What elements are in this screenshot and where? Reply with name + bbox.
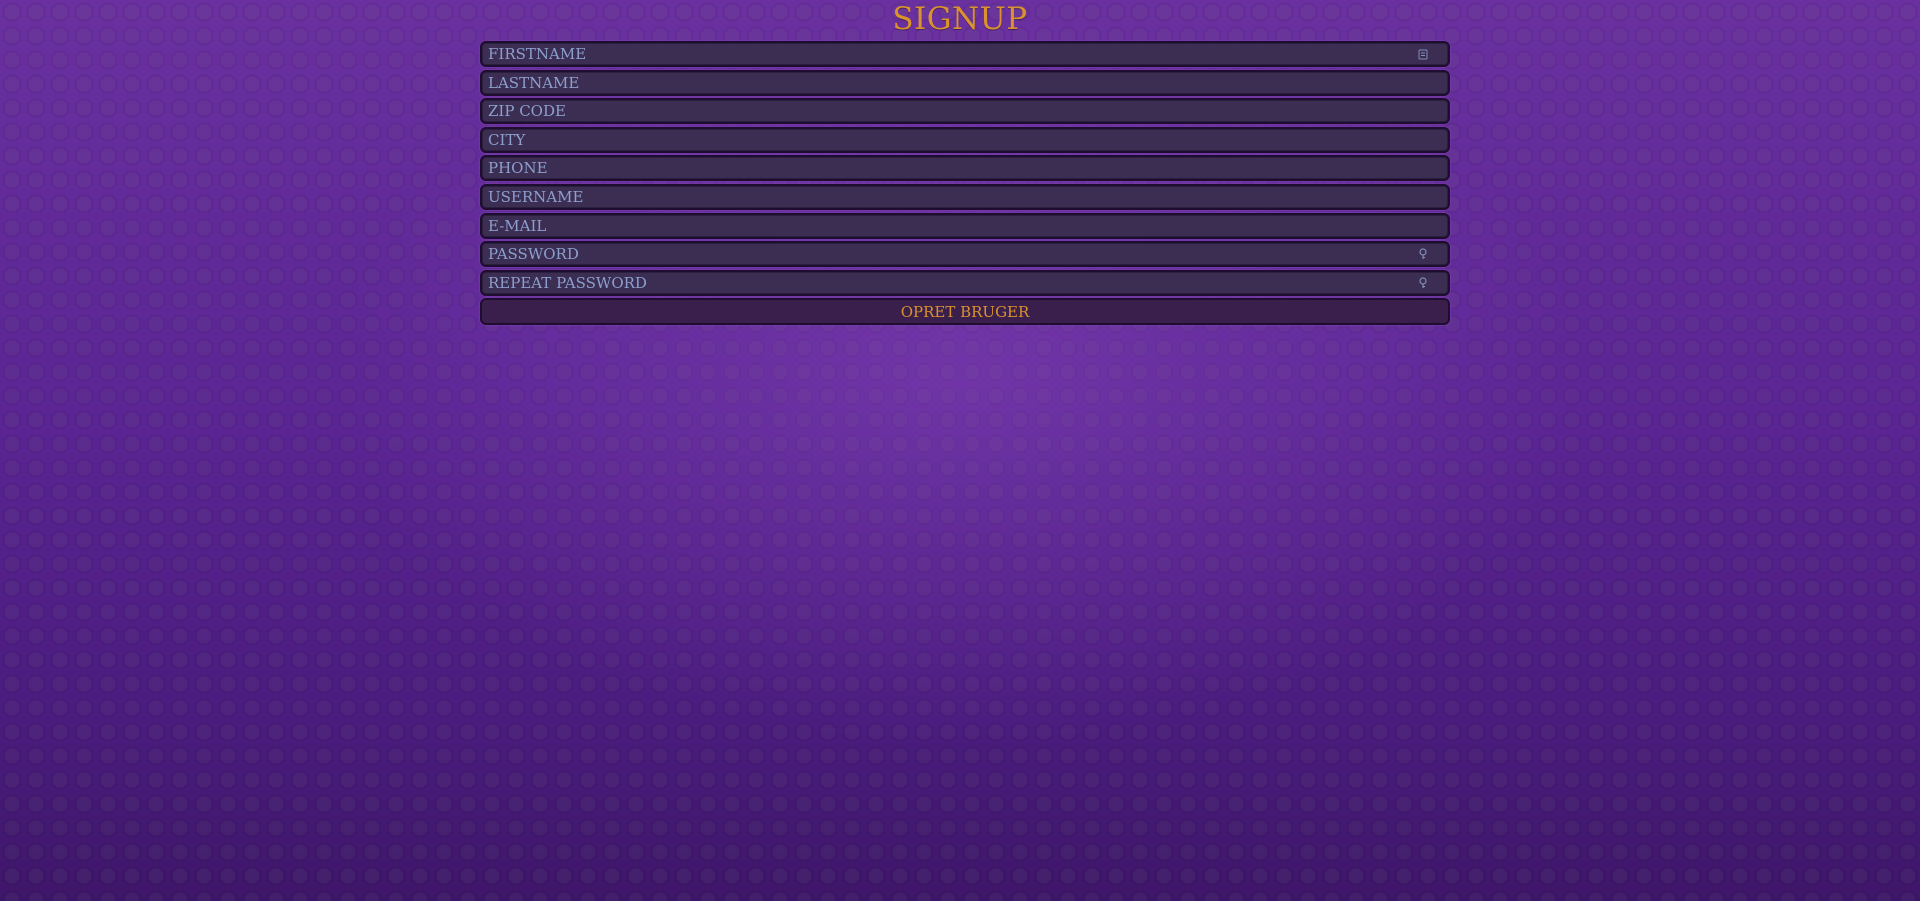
repeat-password-field-wrapper	[480, 269, 1450, 296]
city-field[interactable]	[488, 128, 1408, 151]
id-card-icon	[1418, 48, 1428, 60]
username-field-wrapper	[480, 183, 1450, 210]
create-user-button[interactable]: OPRET BRUGER	[480, 298, 1450, 326]
phone-field-wrapper	[480, 155, 1450, 182]
key-icon	[1418, 248, 1428, 260]
lastname-field[interactable]	[488, 71, 1408, 94]
password-field[interactable]	[488, 243, 1408, 266]
key-icon	[1418, 277, 1428, 289]
username-field[interactable]	[488, 185, 1408, 208]
lastname-field-wrapper	[480, 69, 1450, 96]
email-field-wrapper	[480, 212, 1450, 239]
password-field-wrapper	[480, 241, 1450, 268]
phone-field[interactable]	[488, 157, 1408, 180]
zip-code-field[interactable]	[488, 100, 1408, 123]
email-field[interactable]	[488, 214, 1408, 237]
signup-form: OPRET BRUGER	[480, 41, 1450, 326]
firstname-field[interactable]	[488, 43, 1408, 65]
repeat-password-field[interactable]	[488, 271, 1408, 294]
city-field-wrapper	[480, 126, 1450, 153]
page-title: SIGNUP	[892, 1, 1028, 37]
zip-code-field-wrapper	[480, 98, 1450, 125]
firstname-field-wrapper	[480, 41, 1450, 67]
